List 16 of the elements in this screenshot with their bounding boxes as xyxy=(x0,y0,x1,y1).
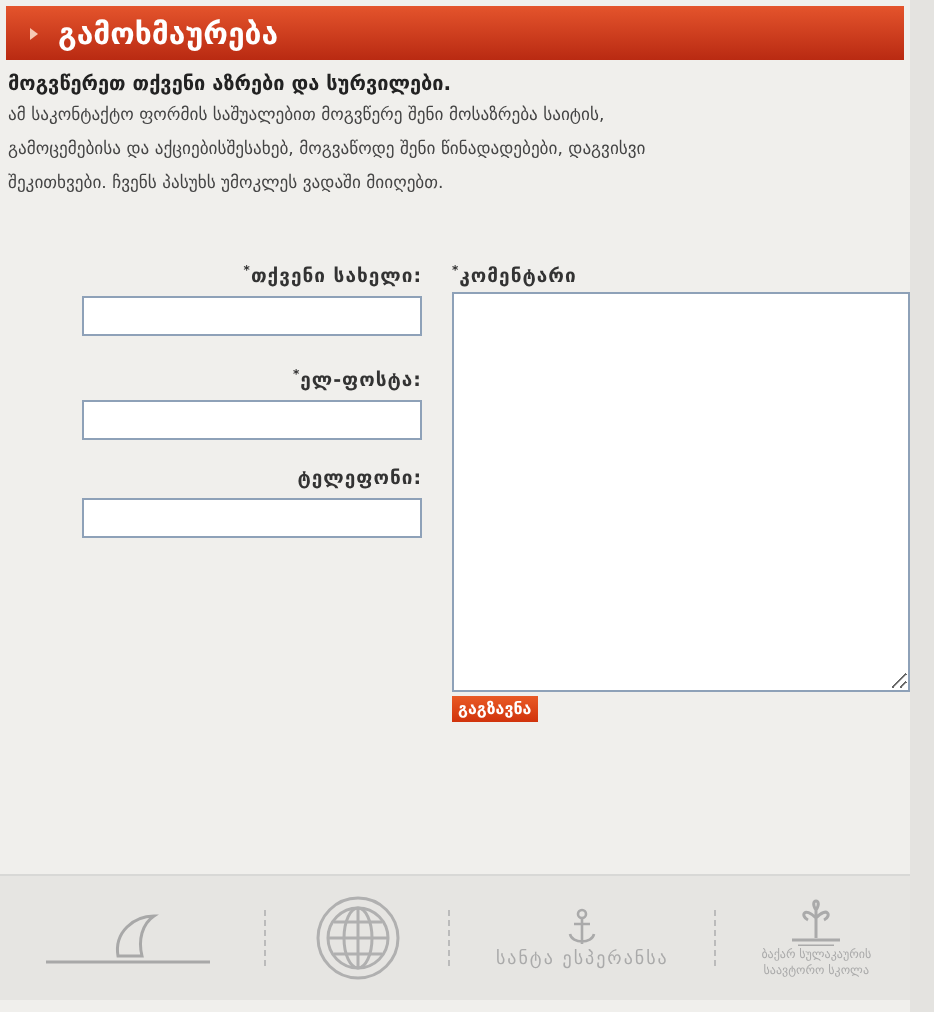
submit-button[interactable]: გაგზავნა xyxy=(452,696,538,723)
input-field[interactable] xyxy=(82,400,422,441)
logo-text: სანტა ესპერანსა xyxy=(495,949,669,969)
field-label: ტელეფონი: xyxy=(297,466,422,495)
intro-heading: მოგვწერეთ თქვენი აზრები და სურვილები. xyxy=(8,74,454,96)
comment-field[interactable] xyxy=(452,292,910,693)
field-label: $^{*}$ელ-ფოსტა: xyxy=(292,366,422,397)
globe-logo-icon xyxy=(311,892,404,984)
page-title: გამოხმაურება xyxy=(58,15,279,51)
intro-text: ამ საკონტაქტო ფორმის საშუალებით მოგვწერე შენი მოსაზრება საიტის, გამოცემებისა და აქციებისშესახებ, მოგვაწოდე შენი წინადადებები, დაგვისვი შეკითხვები. ჩვენს პასუხს უმოკლეს ვადაში მიიღებთ. xyxy=(8,103,648,198)
field-label: $^{*}$კომენტარი xyxy=(452,262,577,293)
field-label: $^{*}$თქვენი სახელი: xyxy=(243,262,422,293)
input-field[interactable] xyxy=(82,498,422,539)
bullet-icon xyxy=(30,27,38,39)
input-field[interactable] xyxy=(82,296,422,337)
anchor-logo-icon xyxy=(566,907,599,947)
